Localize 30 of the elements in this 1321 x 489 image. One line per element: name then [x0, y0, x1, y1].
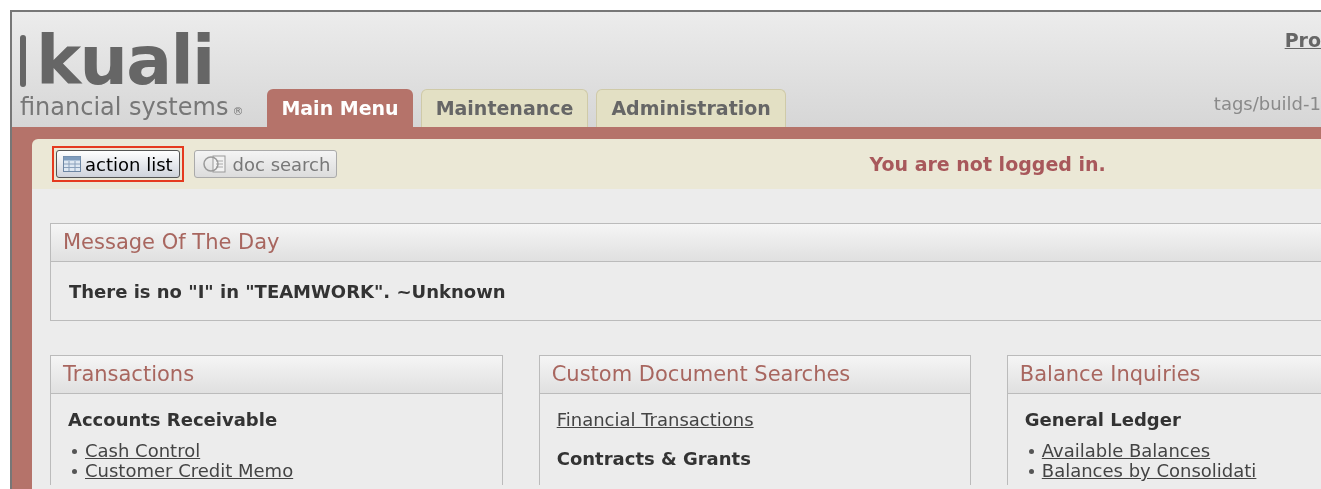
tab[interactable]: Main Menu	[267, 89, 413, 127]
message-text: There is no "I" in "TEAMWORK". ~Unknown	[68, 279, 507, 304]
build-label: tags/build-1	[1213, 92, 1321, 116]
logo-tagline: financial systems	[20, 93, 229, 121]
logo-wordmark: kuali	[20, 29, 244, 93]
magnifier-document-icon	[200, 154, 229, 174]
link[interactable]: Cash Control	[85, 441, 201, 461]
toolbar-button[interactable]: action list	[56, 150, 180, 178]
link[interactable]: Available Balances	[1041, 441, 1211, 461]
tab[interactable]: Maintenance	[420, 89, 589, 127]
section-heading: Accounts Receivable	[68, 408, 279, 432]
bullet-icon	[72, 448, 77, 454]
toolbar-button[interactable]: doc search	[193, 150, 338, 178]
panel-title: Message Of The Day	[51, 224, 1321, 262]
registered-mark: ®	[232, 104, 244, 120]
link[interactable]: Balances by Consolidati	[1041, 461, 1257, 481]
login-status: You are not logged in.	[869, 151, 1106, 177]
bullet-icon	[1028, 468, 1034, 474]
header-link[interactable]: Pro	[1284, 26, 1321, 55]
tab[interactable]: Administration	[596, 89, 786, 127]
panel-title: Custom Document Searches	[539, 356, 970, 394]
link[interactable]: Customer Credit Memo	[85, 461, 294, 481]
bullet-icon	[72, 468, 77, 474]
link[interactable]: Financial Transactions	[556, 406, 754, 433]
table-icon	[63, 156, 81, 172]
panel-title: Transactions	[51, 356, 502, 394]
section-heading: Contracts & Grants	[556, 447, 752, 471]
bullet-icon	[1028, 448, 1034, 454]
section-heading: General Ledger	[1024, 408, 1182, 432]
panel-title: Balance Inquiries	[1007, 356, 1321, 394]
